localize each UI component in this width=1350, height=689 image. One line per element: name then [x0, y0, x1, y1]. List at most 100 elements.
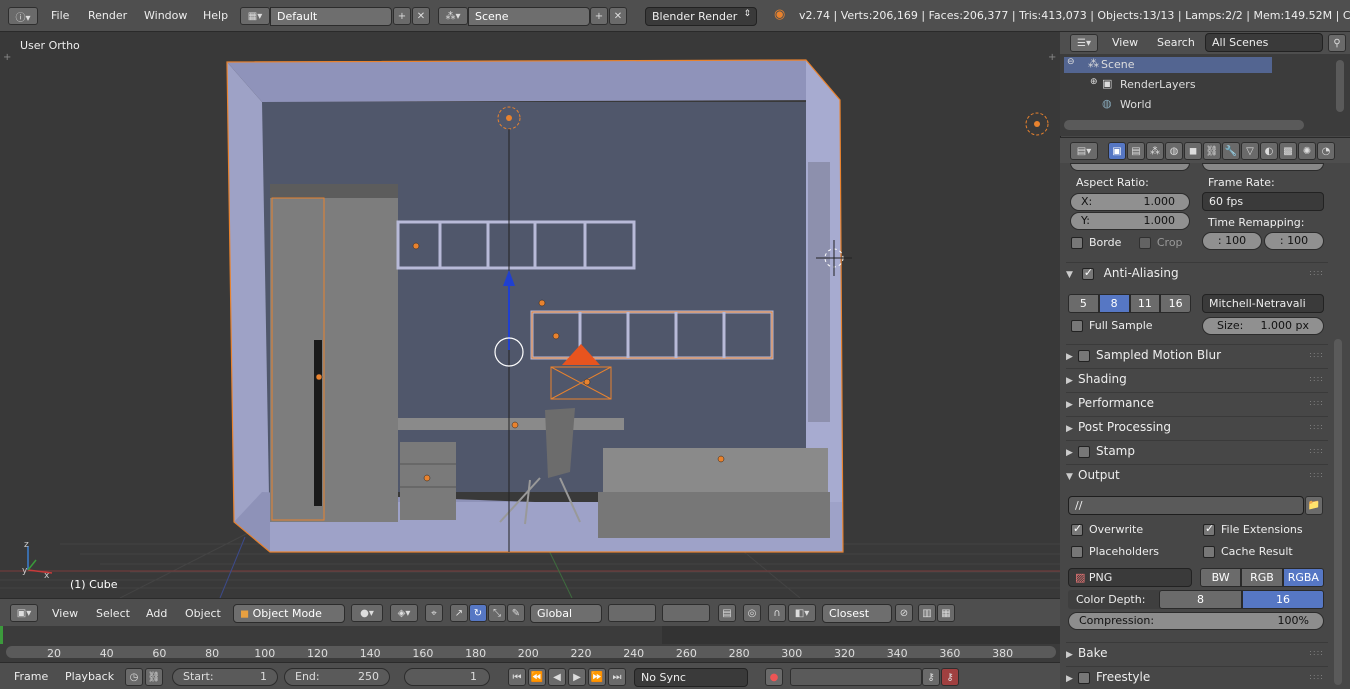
aa-16-button[interactable]: 16: [1160, 294, 1191, 313]
frame-step-field[interactable]: [1202, 163, 1324, 171]
jump-end-icon[interactable]: ⏭: [608, 668, 626, 686]
outliner-scene-row[interactable]: ⊖ ⁂ Scene: [1064, 57, 1272, 73]
outliner-v-scrollbar[interactable]: [1336, 60, 1344, 112]
jump-start-icon[interactable]: ⏮: [508, 668, 526, 686]
add-screen-icon[interactable]: +: [393, 7, 411, 25]
file-extensions-checkbox[interactable]: [1203, 522, 1215, 536]
material-tab-icon[interactable]: ◐: [1260, 142, 1278, 160]
end-frame-field[interactable]: End: 250: [284, 668, 390, 686]
antialiasing-checkbox[interactable]: [1081, 266, 1094, 280]
keying-set-field[interactable]: [790, 668, 922, 686]
mode-dropdown[interactable]: ◼ Object Mode: [233, 604, 345, 623]
motion-blur-checkbox[interactable]: [1078, 349, 1090, 362]
full-sample-checkbox[interactable]: [1071, 320, 1083, 332]
cache-result-row[interactable]: Cache Result: [1203, 545, 1323, 561]
tl-menu-playback[interactable]: Playback: [65, 670, 114, 683]
object-tab-icon[interactable]: ◼: [1184, 142, 1202, 160]
data-tab-icon[interactable]: ▽: [1241, 142, 1259, 160]
panel-grip-icon[interactable]: ::::: [1309, 672, 1324, 681]
translate-icon[interactable]: ↗: [450, 604, 468, 622]
viewport-shading-icon[interactable]: ●▾: [351, 604, 383, 622]
border-checkbox-row[interactable]: Borde Crop: [1071, 236, 1191, 252]
panel-grip-icon[interactable]: ::::: [1309, 398, 1324, 407]
particles-tab-icon[interactable]: ✺: [1298, 142, 1316, 160]
add-scene-icon[interactable]: +: [590, 7, 608, 25]
panel-grip-icon[interactable]: ::::: [1309, 422, 1324, 431]
opengl-anim-icon[interactable]: ▦: [937, 604, 955, 622]
aa-11-button[interactable]: 11: [1129, 294, 1161, 313]
menu-render[interactable]: Render: [88, 9, 127, 22]
delete-screen-icon[interactable]: ✕: [412, 7, 430, 25]
timeline[interactable]: 20 40 60 80 100 120 140 160 180 200 220 240 260 280 30…: [0, 626, 1060, 662]
outliner-menu-search[interactable]: Search: [1157, 36, 1195, 49]
current-frame-field[interactable]: 1: [404, 668, 490, 686]
next-keyframe-icon[interactable]: ⏩: [588, 668, 606, 686]
render-layers-tab-icon[interactable]: ▤: [1127, 142, 1145, 160]
menu-help[interactable]: Help: [203, 9, 228, 22]
insert-keyframe-icon[interactable]: ⚷: [922, 668, 940, 686]
border-checkbox[interactable]: [1071, 237, 1083, 249]
aspect-x-field[interactable]: X: 1.000: [1070, 193, 1190, 211]
outliner-menu-view[interactable]: View: [1112, 36, 1138, 49]
stamp-checkbox[interactable]: [1078, 445, 1090, 458]
vp-menu-select[interactable]: Select: [96, 607, 130, 620]
motion-blur-panel-header[interactable]: ▶ Sampled Motion Blur::::: [1066, 344, 1328, 366]
cache-result-checkbox[interactable]: [1203, 546, 1215, 558]
prev-keyframe-icon[interactable]: ⏪: [528, 668, 546, 686]
opengl-render-icon[interactable]: ▥: [918, 604, 936, 622]
stamp-panel-header[interactable]: ▶ Stamp::::: [1066, 440, 1328, 462]
remap-new-field[interactable]: : 100: [1264, 232, 1324, 250]
outliner-filter-dropdown[interactable]: All Scenes: [1205, 33, 1323, 52]
outliner-world-row[interactable]: ◍ World: [1102, 97, 1302, 113]
3d-viewport[interactable]: User Ortho + + z y x (1) Cube: [0, 32, 1060, 598]
outliner-editor-icon[interactable]: ☰▾: [1070, 34, 1098, 52]
snap-element-icon[interactable]: ◧▾: [788, 604, 816, 622]
frame-rate-dropdown[interactable]: 60 fps: [1202, 192, 1324, 211]
delete-keyframe-icon[interactable]: ⚷: [941, 668, 959, 686]
properties-editor-icon[interactable]: ▤▾: [1070, 142, 1098, 160]
snap-target-dropdown[interactable]: Closest: [822, 604, 892, 623]
crop-checkbox[interactable]: [1138, 237, 1151, 249]
texture-tab-icon[interactable]: ▩: [1279, 142, 1297, 160]
bake-panel-header[interactable]: ▶ Bake::::: [1066, 642, 1328, 664]
aa-8-button[interactable]: 8: [1098, 294, 1130, 313]
timeline-clock-icon[interactable]: ◷: [125, 668, 143, 686]
panel-grip-icon[interactable]: ::::: [1309, 446, 1324, 455]
menu-window[interactable]: Window: [144, 9, 187, 22]
scene-field[interactable]: Scene: [468, 7, 590, 26]
output-path-field[interactable]: //: [1068, 496, 1304, 515]
color-rgba-button[interactable]: RGBA: [1282, 568, 1324, 587]
sync-dropdown[interactable]: No Sync: [634, 668, 748, 687]
play-icon[interactable]: ▶: [568, 668, 586, 686]
render-engine-dropdown[interactable]: Blender Render ⇕: [645, 7, 757, 26]
antialiasing-panel-header[interactable]: ▼ Anti-Aliasing ::::: [1066, 262, 1328, 284]
render-tab-icon[interactable]: ▣: [1108, 142, 1126, 160]
panel-grip-icon[interactable]: ::::: [1309, 374, 1324, 383]
outliner-h-scrollbar[interactable]: [1064, 120, 1304, 130]
folder-browse-icon[interactable]: 📁: [1305, 496, 1323, 515]
snap-align-icon[interactable]: ⊘: [895, 604, 913, 622]
panel-grip-icon[interactable]: ::::: [1309, 268, 1324, 277]
vp-menu-add[interactable]: Add: [146, 607, 167, 620]
lock-layers-icon[interactable]: ▤: [718, 604, 736, 622]
pivot-point-icon[interactable]: ◈▾: [390, 604, 418, 622]
overwrite-checkbox[interactable]: [1071, 522, 1083, 536]
shading-panel-header[interactable]: ▶ Shading::::: [1066, 368, 1328, 390]
editor-type-icon[interactable]: ▣▾: [10, 604, 38, 622]
delete-scene-icon[interactable]: ✕: [609, 7, 627, 25]
outliner[interactable]: ☰▾ View Search All Scenes ⚲ ⊖ ⁂ Scene ⊕ …: [1060, 32, 1350, 136]
color-depth-8-button[interactable]: 8: [1159, 590, 1242, 609]
color-rgb-button[interactable]: RGB: [1241, 568, 1283, 587]
panel-grip-icon[interactable]: ::::: [1309, 470, 1324, 479]
layer-buttons-1[interactable]: [608, 604, 656, 622]
placeholders-checkbox[interactable]: [1071, 546, 1083, 558]
freestyle-panel-header[interactable]: ▶ Freestyle::::: [1066, 666, 1328, 688]
properties-scrollbar[interactable]: [1334, 339, 1342, 685]
rotate-icon[interactable]: ↻: [469, 604, 487, 622]
modifiers-tab-icon[interactable]: 🔧: [1222, 142, 1240, 160]
physics-tab-icon[interactable]: ◔: [1317, 142, 1335, 160]
vp-menu-object[interactable]: Object: [185, 607, 221, 620]
play-reverse-icon[interactable]: ◀: [548, 668, 566, 686]
compression-slider[interactable]: Compression: 100%: [1068, 612, 1324, 630]
constraints-tab-icon[interactable]: ⛓: [1203, 142, 1221, 160]
